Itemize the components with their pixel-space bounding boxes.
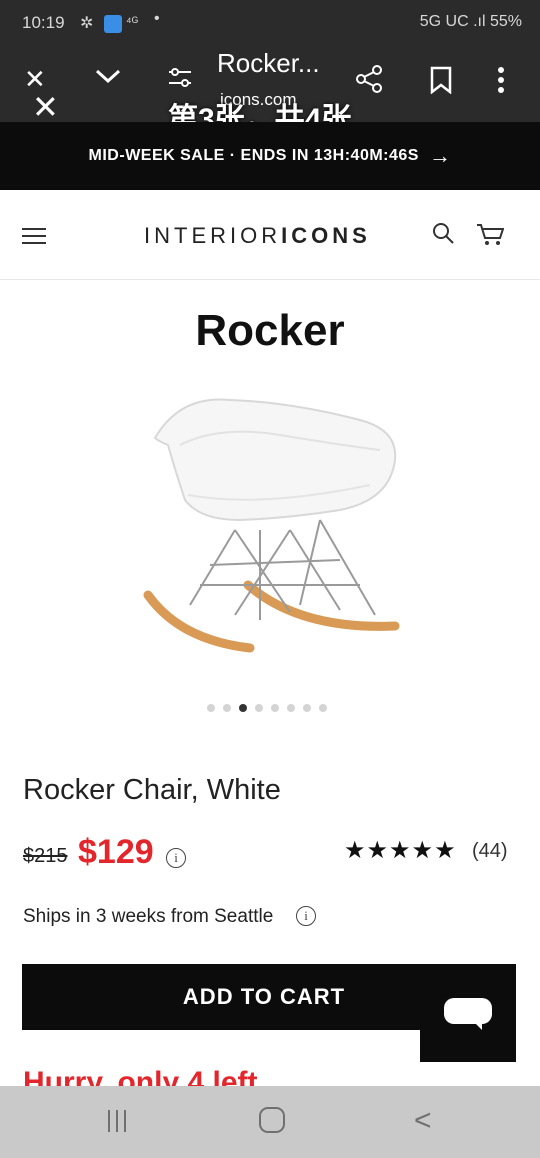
status-right: 5G UC .ıl 55% bbox=[419, 13, 522, 30]
more-notifications-dot: • bbox=[154, 10, 160, 27]
menu-icon[interactable] bbox=[22, 228, 46, 244]
cart-icon[interactable] bbox=[476, 222, 504, 246]
back-icon[interactable]: < bbox=[414, 1104, 432, 1138]
status-bar: 10:19 ✲ ⁴ᴳ • 5G UC .ıl 55% bbox=[0, 0, 540, 46]
logo-light: INTERIOR bbox=[144, 223, 282, 248]
logo-bold: ICONS bbox=[281, 223, 371, 248]
carousel-dot[interactable] bbox=[239, 704, 247, 712]
arrow-right-icon: → bbox=[428, 143, 452, 168]
more-options-icon[interactable] bbox=[496, 66, 506, 98]
carousel-dot[interactable] bbox=[223, 704, 231, 712]
product-image[interactable] bbox=[140, 390, 410, 660]
search-icon[interactable] bbox=[432, 222, 454, 244]
browser-top-bar: 10:19 ✲ ⁴ᴳ • 5G UC .ıl 55% ✕ Rocker... i… bbox=[0, 0, 540, 136]
sale-price: $129 bbox=[78, 833, 154, 871]
viewer-close-icon[interactable]: ✕ bbox=[32, 88, 59, 126]
carousel-dot[interactable] bbox=[271, 704, 279, 712]
carousel-dot[interactable] bbox=[303, 704, 311, 712]
bookmark-icon[interactable] bbox=[429, 66, 453, 98]
page-settings-icon[interactable] bbox=[167, 66, 193, 94]
recent-apps-icon[interactable] bbox=[108, 1110, 134, 1132]
notification-icon: ✲ bbox=[80, 15, 94, 32]
shipping-info: Ships in 3 weeks from Seattle bbox=[23, 906, 274, 927]
shipping-info-icon[interactable]: i bbox=[296, 906, 316, 926]
chevron-down-icon[interactable] bbox=[94, 64, 122, 90]
sale-banner[interactable]: MID-WEEK SALE · ENDS IN 13H:40M:46S → bbox=[0, 122, 540, 190]
price-info-icon[interactable]: i bbox=[166, 848, 186, 868]
page-title-bar: Rocker... bbox=[217, 48, 320, 78]
share-icon[interactable] bbox=[354, 64, 384, 98]
chat-icon-tail bbox=[472, 1020, 482, 1030]
home-icon[interactable] bbox=[259, 1107, 285, 1133]
carousel-dot[interactable] bbox=[255, 704, 263, 712]
site-logo[interactable]: INTERIORICONS bbox=[144, 223, 371, 249]
android-nav-bar: < bbox=[0, 1086, 540, 1158]
network-type-icon: ⁴ᴳ bbox=[126, 14, 139, 29]
status-time: 10:19 bbox=[22, 13, 65, 32]
product-heading: Rocker bbox=[195, 306, 345, 355]
site-header: INTERIORICONS bbox=[0, 190, 540, 280]
chat-icon bbox=[444, 998, 492, 1024]
carousel-dots[interactable] bbox=[207, 704, 327, 712]
original-price: $215 bbox=[23, 845, 68, 867]
rating-stars[interactable]: ★★★★★ bbox=[344, 836, 457, 865]
carousel-dot[interactable] bbox=[287, 704, 295, 712]
review-count[interactable]: (44) bbox=[472, 840, 508, 863]
product-name: Rocker Chair, White bbox=[23, 774, 281, 806]
carousel-dot[interactable] bbox=[207, 704, 215, 712]
app-notification-icon bbox=[104, 15, 122, 33]
carousel-dot[interactable] bbox=[319, 704, 327, 712]
sale-banner-text: MID-WEEK SALE · ENDS IN 13H:40M:46S bbox=[88, 147, 419, 164]
chat-button[interactable] bbox=[420, 964, 516, 1062]
